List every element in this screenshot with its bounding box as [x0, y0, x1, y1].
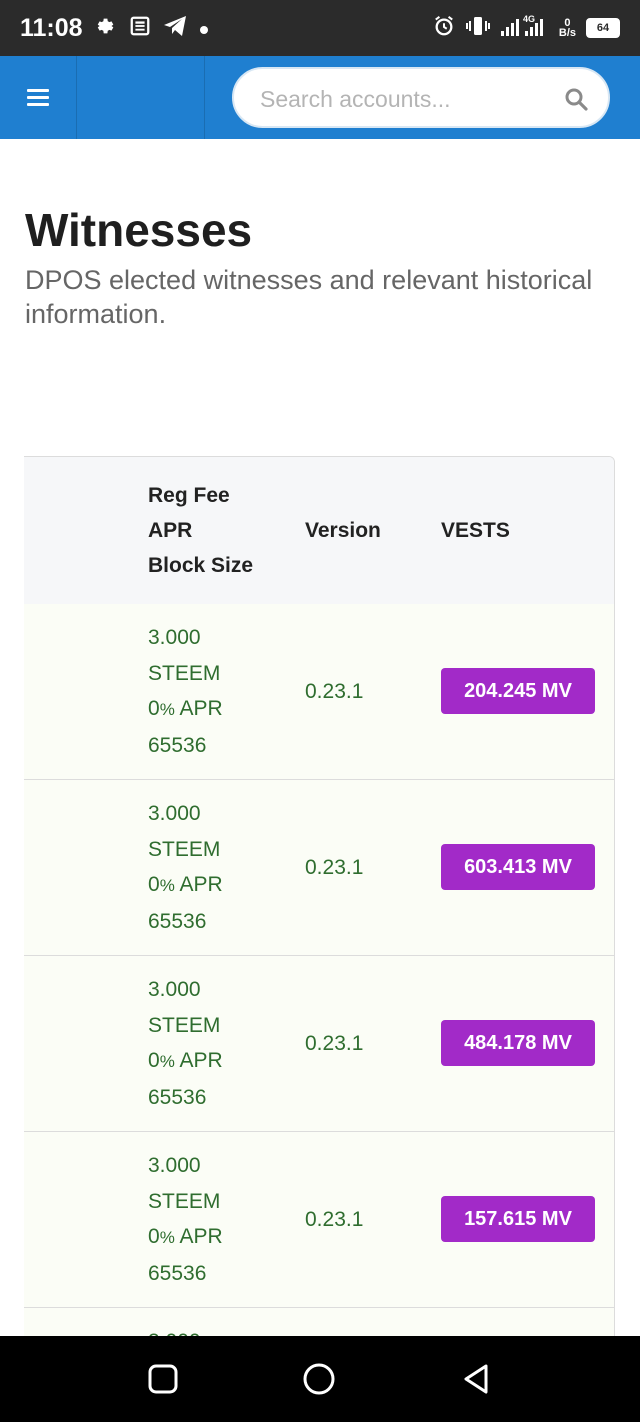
cell-fee-apr-block: 3.000 STEEM 0% APR 65536	[148, 972, 223, 1115]
reg-fee-amount: 3.000	[148, 802, 201, 825]
block-size: 65536	[148, 909, 207, 933]
hamburger-menu-icon	[27, 88, 49, 107]
table-header: Reg Fee APR Block Size Version VESTS	[24, 457, 614, 605]
cell-version: 0.23.1	[305, 680, 364, 703]
gear-icon	[95, 15, 117, 41]
block-size: 65536	[148, 733, 207, 757]
page-subtitle: DPOS elected witnesses and relevant hist…	[25, 265, 593, 329]
signal-icon: 4G	[500, 14, 549, 42]
apr-value: 0% APR	[148, 1049, 223, 1072]
system-nav-bar	[0, 1336, 640, 1422]
dot-icon	[199, 17, 209, 39]
search-box[interactable]	[232, 67, 610, 128]
status-bar-left: 11:08	[20, 14, 209, 43]
block-size: 65536	[148, 1261, 207, 1285]
vests-badge: 204.245 MV	[441, 668, 595, 714]
cell-fee-apr-block: 3.000 STEEM 0% APR 65536	[148, 796, 223, 939]
column-header-reg-fee: Reg Fee	[148, 484, 230, 507]
vests-badge: 484.178 MV	[441, 1020, 595, 1066]
cell-version: 0.23.1	[305, 1032, 364, 1055]
column-header-fee-apr-block: Reg Fee APR Block Size	[148, 478, 253, 583]
network-type: 4G	[523, 14, 535, 24]
apr-value: 0% APR	[148, 1225, 223, 1248]
status-bar: 11:08 4G 0 B/s 64	[0, 0, 640, 56]
network-speed-unit: B/s	[558, 27, 576, 39]
battery-level: 64	[596, 22, 610, 34]
table-row[interactable]: 3.000 STEEM 0% APR 65536 0.23.1 157.615 …	[24, 1132, 614, 1308]
vests-badge: 603.413 MV	[441, 844, 595, 890]
battery-icon: 64	[586, 18, 620, 38]
menu-button[interactable]	[0, 56, 77, 139]
reg-fee-amount: 3.000	[148, 1154, 201, 1177]
reg-fee-amount: 3.000	[148, 626, 201, 649]
reg-fee-unit: STEEM	[148, 837, 221, 861]
recent-apps-icon[interactable]	[146, 1362, 180, 1396]
reg-fee-amount: 3.000	[148, 978, 201, 1001]
alarm-icon	[433, 15, 455, 41]
table-row[interactable]: 3.000 STEEM 0% APR 65536 0.23.1 603.413 …	[24, 780, 614, 956]
column-header-block-size: Block Size	[148, 554, 254, 577]
search-input[interactable]	[258, 79, 552, 119]
reg-fee-unit: STEEM	[148, 1189, 221, 1213]
network-speed: 0 B/s	[558, 18, 576, 39]
column-header-vests: VESTS	[441, 519, 510, 542]
table-row[interactable]: 3.000 STEEM 0% APR 65536 0.23.1 484.178 …	[24, 956, 614, 1132]
table-row[interactable]: 3.000 STEEM 0% APR 65536 0.23.1 204.245 …	[24, 604, 614, 780]
reg-fee-unit: STEEM	[148, 1013, 221, 1037]
block-size: 65536	[148, 1085, 207, 1109]
apr-value: 0% APR	[148, 697, 223, 720]
status-bar-right: 4G 0 B/s 64	[433, 14, 620, 42]
back-icon[interactable]	[459, 1362, 493, 1396]
cell-fee-apr-block: 3.000 STEEM 0% APR 65536	[148, 620, 223, 763]
cell-fee-apr-block: 3.000 STEEM 0% APR 65536	[148, 1148, 223, 1291]
vests-badge: 157.615 MV	[441, 1196, 595, 1242]
cell-version: 0.23.1	[305, 1208, 364, 1231]
column-header-apr: APR	[148, 519, 193, 542]
cell-version: 0.23.1	[305, 856, 364, 879]
brand-slot	[76, 56, 205, 139]
telegram-icon	[163, 15, 187, 41]
column-header-version: Version	[305, 519, 381, 542]
status-time: 11:08	[20, 13, 83, 42]
app-header	[0, 56, 640, 139]
vibrate-icon	[465, 15, 491, 41]
apr-value: 0% APR	[148, 873, 223, 896]
home-icon[interactable]	[302, 1362, 336, 1396]
reg-fee-unit: STEEM	[148, 661, 221, 685]
search-icon[interactable]	[564, 87, 588, 111]
news-icon	[129, 15, 151, 41]
witness-table: Reg Fee APR Block Size Version VESTS 3.0…	[24, 456, 615, 1358]
page-title: Witnesses	[25, 204, 253, 256]
